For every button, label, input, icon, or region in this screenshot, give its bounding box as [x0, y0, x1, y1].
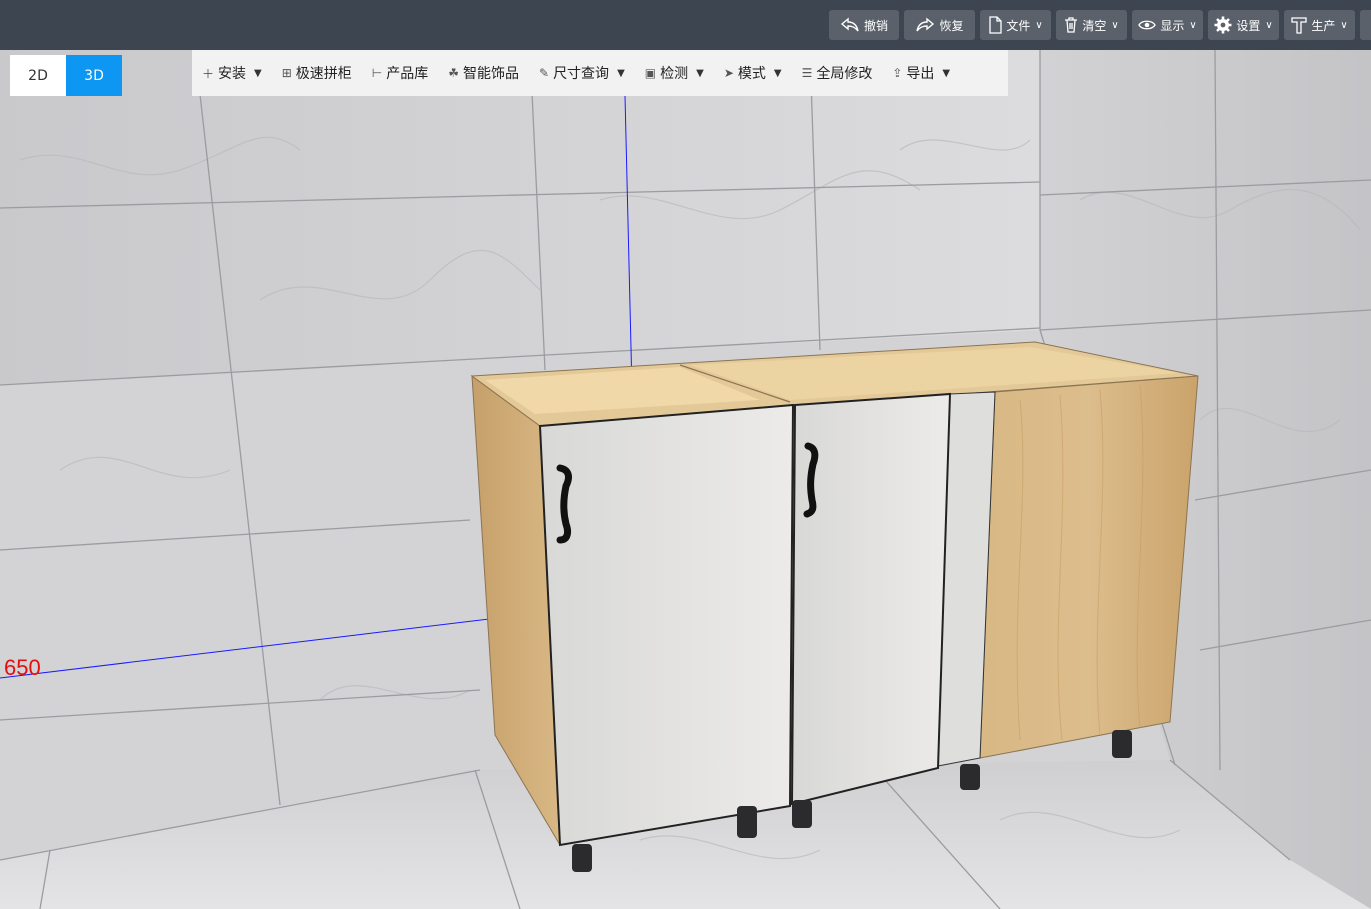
decor-icon: ☘ [448, 66, 459, 80]
chevron-down-icon: ∨ [1265, 19, 1273, 31]
caret-down-icon: ▼ [696, 67, 704, 79]
global-edit-label: 全局修改 [816, 66, 873, 82]
sliders-icon: ☰ [801, 66, 813, 80]
view-toggle: 2D 3D [10, 55, 122, 96]
eye-icon [1138, 20, 1157, 30]
plus-icon: ＋ [202, 66, 215, 81]
main-toolbar: ＋ 安装 ▼ ⊞ 极速拼柜 ⊢ 产品库 ☘ 智能饰品 ✎ 尺寸查询 ▼ ▣ 检测… [192, 50, 1008, 96]
caret-down-icon: ▼ [617, 67, 625, 79]
smart-decor-button[interactable]: ☘ 智能饰品 [438, 50, 529, 96]
redo-label: 恢复 [939, 18, 964, 33]
cabinet-leg [572, 844, 592, 872]
export-label: 导出 [906, 66, 935, 82]
dimension-query-label: 尺寸查询 [553, 66, 610, 82]
detect-label: 检测 [660, 66, 689, 82]
global-edit-button[interactable]: ☰ 全局修改 [792, 50, 883, 96]
display-label: 显示 [1160, 18, 1185, 33]
undo-label: 撤销 [863, 18, 888, 33]
install-label: 安装 [218, 66, 247, 82]
dimension-query-menu[interactable]: ✎ 尺寸查询 ▼ [529, 50, 635, 96]
top-bar: 撤销 恢复 文件 ∨ 清空 ∨ 显示 ∨ 设置 ∨ 生产 ∨ [0, 0, 1371, 50]
cabinet-door-left[interactable] [538, 403, 795, 847]
chevron-down-icon: ∨ [1340, 19, 1348, 31]
redo-button[interactable]: 恢复 [904, 10, 975, 40]
caret-down-icon: ▼ [942, 67, 951, 79]
production-label: 生产 [1311, 18, 1336, 33]
overflow-button[interactable] [1360, 10, 1371, 40]
gear-icon [1214, 16, 1232, 34]
view-2d-button[interactable]: 2D [10, 55, 66, 96]
detect-icon: ▣ [644, 66, 657, 80]
product-library-button[interactable]: ⊢ 产品库 [362, 50, 438, 96]
display-menu-button[interactable]: 显示 ∨ [1132, 10, 1203, 40]
file-icon [989, 16, 1002, 34]
chevron-down-icon: ∨ [1111, 19, 1119, 31]
ruler-icon: ✎ [539, 66, 550, 80]
production-menu-button[interactable]: 生产 ∨ [1284, 10, 1355, 40]
grid-icon: ⊞ [281, 66, 292, 80]
cabinet-leg [1112, 730, 1132, 758]
product-library-label: 产品库 [386, 66, 429, 82]
cabinet-leg [792, 800, 812, 828]
3d-viewport[interactable] [0, 50, 1371, 909]
settings-menu-button[interactable]: 设置 ∨ [1208, 10, 1279, 40]
chevron-down-icon: ∨ [1189, 19, 1197, 31]
quick-cabinet-label: 极速拼柜 [295, 66, 352, 82]
clear-menu-button[interactable]: 清空 ∨ [1056, 10, 1127, 40]
quick-cabinet-button[interactable]: ⊞ 极速拼柜 [272, 50, 362, 96]
detect-menu[interactable]: ▣ 检测 ▼ [635, 50, 714, 96]
mode-label: 模式 [737, 66, 766, 82]
smart-decor-label: 智能饰品 [463, 66, 519, 82]
cabinet-right-panel[interactable] [979, 375, 1199, 759]
hammer-icon [1291, 17, 1307, 34]
library-icon: ⊢ [371, 66, 383, 80]
settings-label: 设置 [1236, 18, 1261, 33]
cabinet-leg [960, 764, 980, 790]
file-label: 文件 [1006, 18, 1031, 33]
trash-icon [1065, 17, 1078, 33]
redo-icon [916, 17, 935, 32]
caret-down-icon: ▼ [773, 67, 782, 79]
clear-label: 清空 [1082, 18, 1107, 33]
undo-icon [840, 17, 859, 32]
view-3d-button[interactable]: 3D [66, 55, 122, 96]
mode-menu[interactable]: ➤ 模式 ▼ [714, 50, 792, 96]
caret-down-icon: ▼ [254, 67, 262, 79]
cursor-icon: ➤ [723, 66, 734, 80]
file-menu-button[interactable]: 文件 ∨ [980, 10, 1051, 40]
cabinet-leg [737, 806, 757, 838]
export-menu[interactable]: ⇪ 导出 ▼ [882, 50, 960, 96]
chevron-down-icon: ∨ [1035, 19, 1043, 31]
back-wall [0, 50, 1040, 385]
export-icon: ⇪ [892, 66, 903, 80]
install-menu[interactable]: ＋ 安装 ▼ [192, 50, 272, 96]
undo-button[interactable]: 撤销 [829, 10, 899, 40]
dimension-label: 650 [4, 655, 41, 680]
